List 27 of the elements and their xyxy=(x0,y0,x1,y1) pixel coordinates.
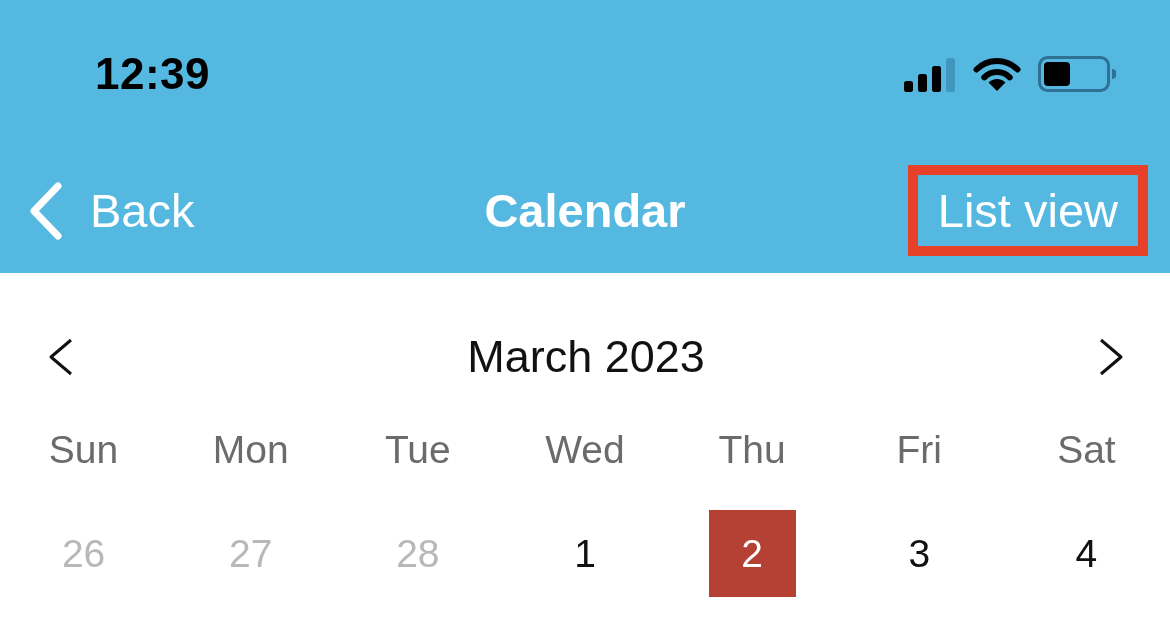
calendar-day[interactable]: 1 xyxy=(574,531,596,576)
signal-icon xyxy=(904,58,956,92)
list-view-button[interactable]: List view xyxy=(907,165,1148,256)
previous-month-button[interactable] xyxy=(48,338,74,376)
battery-icon xyxy=(1038,56,1116,92)
calendar-day[interactable]: 3 xyxy=(908,531,931,576)
weekday-label: Mon xyxy=(212,428,289,472)
calendar-day[interactable]: 26 xyxy=(61,531,106,576)
weekday-label: Wed xyxy=(545,428,625,472)
month-title: March 2023 xyxy=(467,331,705,383)
weekday-label: Sun xyxy=(48,428,119,472)
screen-title: Calendar xyxy=(484,183,686,238)
weekday-label: Sat xyxy=(1057,428,1116,472)
back-button[interactable]: Back xyxy=(28,181,195,240)
weekday-label: Tue xyxy=(384,428,451,472)
calendar-day[interactable]: 4 xyxy=(1075,531,1098,576)
calendar-day[interactable]: 2 xyxy=(708,510,796,597)
chevron-left-icon xyxy=(48,338,74,376)
weekday-label: Fri xyxy=(896,428,942,472)
chevron-left-icon xyxy=(28,181,64,240)
calendar-day[interactable]: 28 xyxy=(396,531,440,576)
weekday-label: Thu xyxy=(718,428,786,472)
calendar-day[interactable]: 27 xyxy=(229,531,273,576)
wifi-icon xyxy=(973,56,1021,92)
next-month-button[interactable] xyxy=(1098,338,1124,376)
chevron-right-icon xyxy=(1098,338,1124,376)
status-time: 12:39 xyxy=(95,49,211,99)
